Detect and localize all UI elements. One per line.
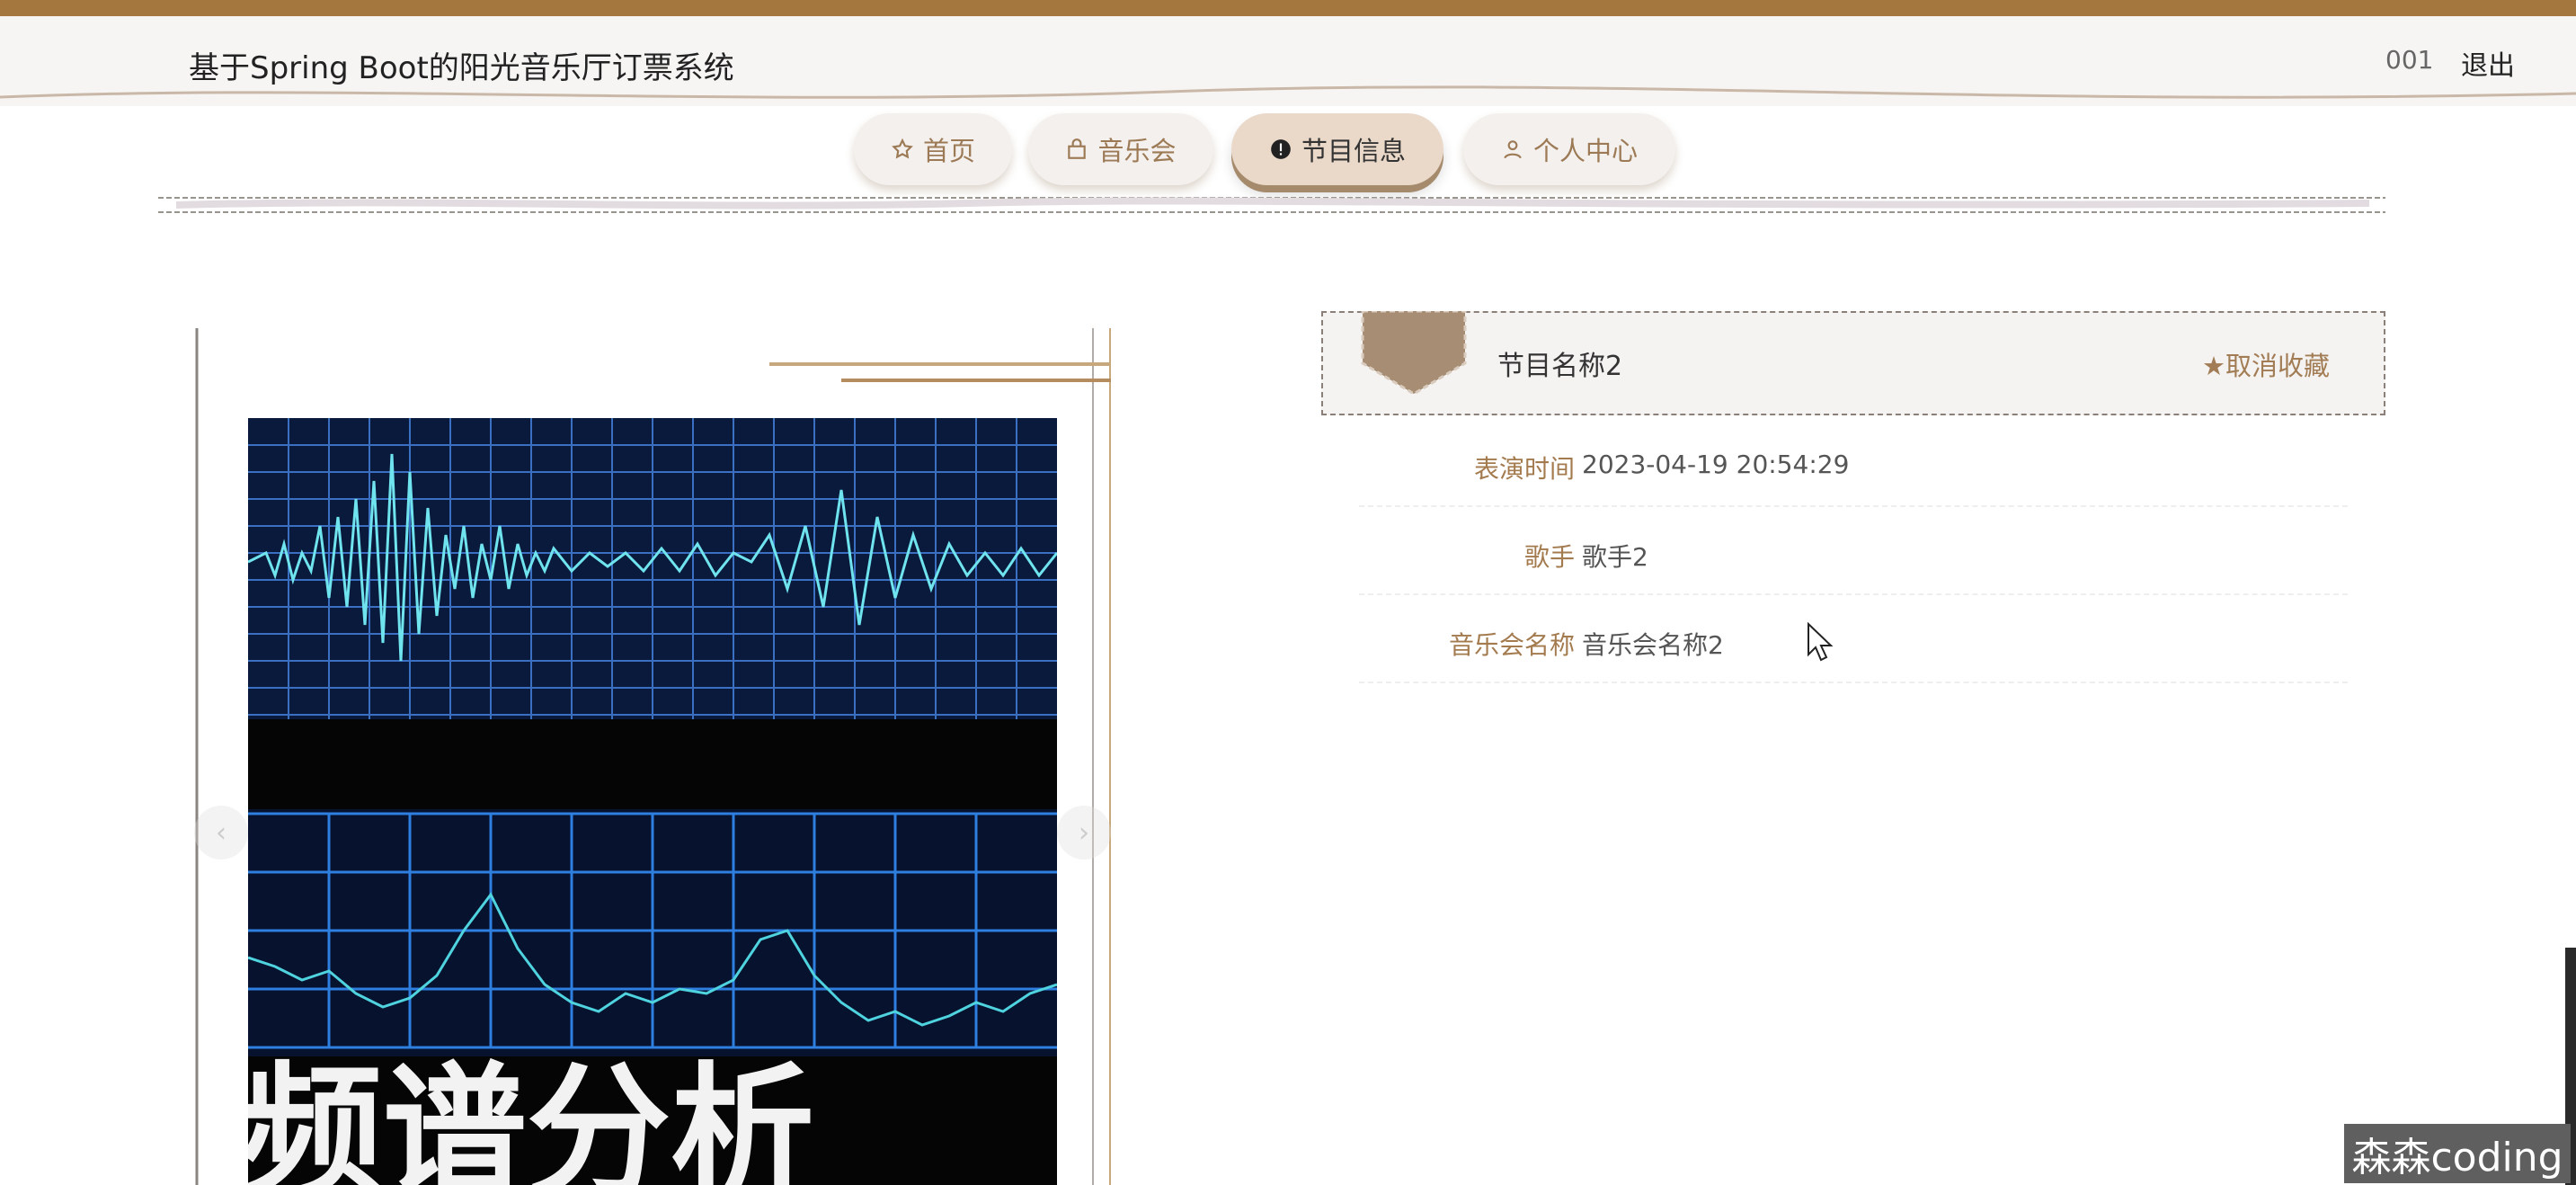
image-caption: 频谱分析 — [248, 1047, 814, 1185]
detail-label: 歌手 — [1523, 542, 1575, 572]
logout-link[interactable]: 退出 — [2461, 43, 2515, 83]
nav-concerts-label: 音乐会 — [1097, 136, 1177, 166]
detail-row-concert: 音乐会名称 音乐会名称2 — [1359, 595, 2348, 683]
banner-divider — [158, 197, 2385, 213]
nav-personal-center[interactable]: 个人中心 — [1463, 113, 1675, 185]
detail-label: 表演时间 — [1473, 454, 1575, 484]
detail-value: 歌手2 — [1582, 542, 1648, 572]
chevron-right-icon: › — [1079, 816, 1089, 849]
star-filled-icon: ★ — [2201, 351, 2225, 381]
nav-personal-center-label: 个人中心 — [1532, 136, 1638, 166]
nav-program-info[interactable]: 节目信息 — [1231, 113, 1443, 185]
unfavorite-label: 取消收藏 — [2225, 351, 2330, 381]
nav-concerts[interactable]: 音乐会 — [1028, 113, 1213, 185]
program-image: 频谱分析 — [248, 418, 1057, 1185]
unfavorite-button[interactable]: ★取消收藏 — [2202, 345, 2330, 383]
current-user: 001 — [2385, 45, 2434, 75]
detail-row-time: 表演时间 2023-04-19 20:54:29 — [1359, 419, 2348, 507]
top-accent-bar — [0, 0, 2576, 16]
slider-prev-button[interactable]: ‹ — [194, 806, 248, 860]
watermark: 森森coding — [2344, 1124, 2571, 1183]
chevron-left-icon: ‹ — [216, 816, 227, 849]
slider-next-button[interactable]: › — [1057, 806, 1111, 860]
nav-home[interactable]: 首页 — [854, 113, 1012, 185]
star-outline-icon — [892, 138, 913, 159]
nav-home-label: 首页 — [922, 136, 975, 166]
detail-value: 2023-04-19 20:54:29 — [1582, 450, 1850, 479]
program-name: 节目名称2 — [1497, 351, 1623, 382]
detail-value: 音乐会名称2 — [1582, 630, 1724, 660]
shield-badge-icon — [1361, 311, 1467, 394]
user-icon — [1504, 140, 1522, 159]
mouse-cursor-icon — [1808, 622, 1834, 662]
info-circle-icon — [1271, 139, 1291, 159]
site-title: 基于Spring Boot的阳光音乐厅订票系统 — [189, 50, 734, 86]
bag-icon — [1068, 138, 1087, 159]
detail-row-singer: 歌手 歌手2 — [1359, 507, 2348, 595]
detail-label: 音乐会名称 — [1448, 630, 1575, 660]
program-title-card: 节目名称2 ★取消收藏 — [1321, 311, 2385, 415]
nav-program-info-label: 节目信息 — [1301, 136, 1406, 166]
